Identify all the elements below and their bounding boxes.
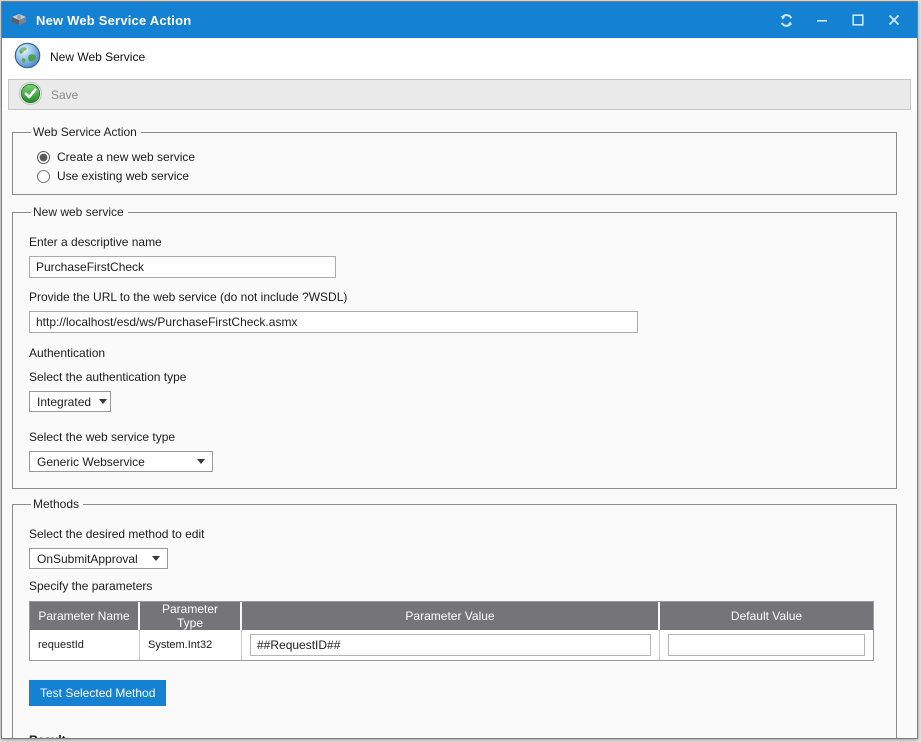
parameter-value-input[interactable] [250,634,651,656]
window-title: New Web Service Action [36,13,191,28]
col-header-default-value: Default Value [660,602,873,630]
col-header-parameter-value: Parameter Value [242,602,660,630]
descriptive-name-input[interactable] [29,256,336,278]
new-web-service-legend: New web service [31,205,128,219]
parameters-label: Specify the parameters [29,579,880,593]
save-toolbar[interactable]: Save [8,79,911,110]
radio-create-new-label: Create a new web service [57,150,195,164]
dialog-window: New Web Service Action [1,1,918,739]
service-type-label: Select the web service type [29,430,880,444]
radio-use-existing-row[interactable]: Use existing web service [37,169,880,183]
refresh-icon[interactable] [775,9,797,31]
app-icon [10,11,28,30]
chevron-down-icon [197,459,205,464]
descriptive-name-label: Enter a descriptive name [29,235,880,249]
page-title: New Web Service [50,50,145,64]
default-value-input[interactable] [668,634,865,656]
auth-type-value: Integrated [37,395,91,409]
app-header: New Web Service [2,38,917,76]
parameters-table: Parameter Name Parameter Type Parameter … [29,601,874,661]
service-type-value: Generic Webservice [37,455,145,469]
result-label: Result: [29,733,880,739]
maximize-icon[interactable] [847,9,869,31]
parameter-type-cell: System.Int32 [140,630,242,660]
methods-legend: Methods [31,497,83,511]
col-header-parameter-name: Parameter Name [30,602,140,630]
dialog-content: Web Service Action Create a new web serv… [2,110,917,739]
parameter-name-cell: requestId [30,630,140,660]
close-icon[interactable] [883,9,905,31]
globe-icon [14,42,41,72]
web-service-action-legend: Web Service Action [31,125,141,139]
auth-type-label: Select the authentication type [29,370,880,384]
col-header-parameter-type: Parameter Type [140,602,242,630]
table-row: requestId System.Int32 [30,630,873,660]
parameter-value-cell [242,630,660,660]
test-selected-method-button[interactable]: Test Selected Method [29,680,166,706]
new-web-service-group: New web service Enter a descriptive name… [12,205,897,489]
radio-create-new-row[interactable]: Create a new web service [37,150,880,164]
authentication-heading: Authentication [29,346,880,360]
methods-group: Methods Select the desired method to edi… [12,497,897,739]
method-dropdown[interactable]: OnSubmitApproval [29,548,168,569]
radio-use-existing-label: Use existing web service [57,169,189,183]
chevron-down-icon [99,399,107,404]
web-service-action-group: Web Service Action Create a new web serv… [12,125,897,195]
url-input[interactable] [29,311,638,333]
minimize-icon[interactable] [811,9,833,31]
url-label: Provide the URL to the web service (do n… [29,290,880,304]
method-value: OnSubmitApproval [37,552,138,566]
save-button[interactable]: Save [51,88,78,102]
service-type-dropdown[interactable]: Generic Webservice [29,451,213,472]
parameters-header-row: Parameter Name Parameter Type Parameter … [30,602,873,630]
method-select-label: Select the desired method to edit [29,527,880,541]
radio-use-existing[interactable] [37,170,50,183]
chevron-down-icon [152,556,160,561]
auth-type-dropdown[interactable]: Integrated [29,391,111,412]
check-circle-icon [19,82,42,108]
radio-create-new[interactable] [37,151,50,164]
default-value-cell [660,630,873,660]
titlebar: New Web Service Action [2,2,917,38]
